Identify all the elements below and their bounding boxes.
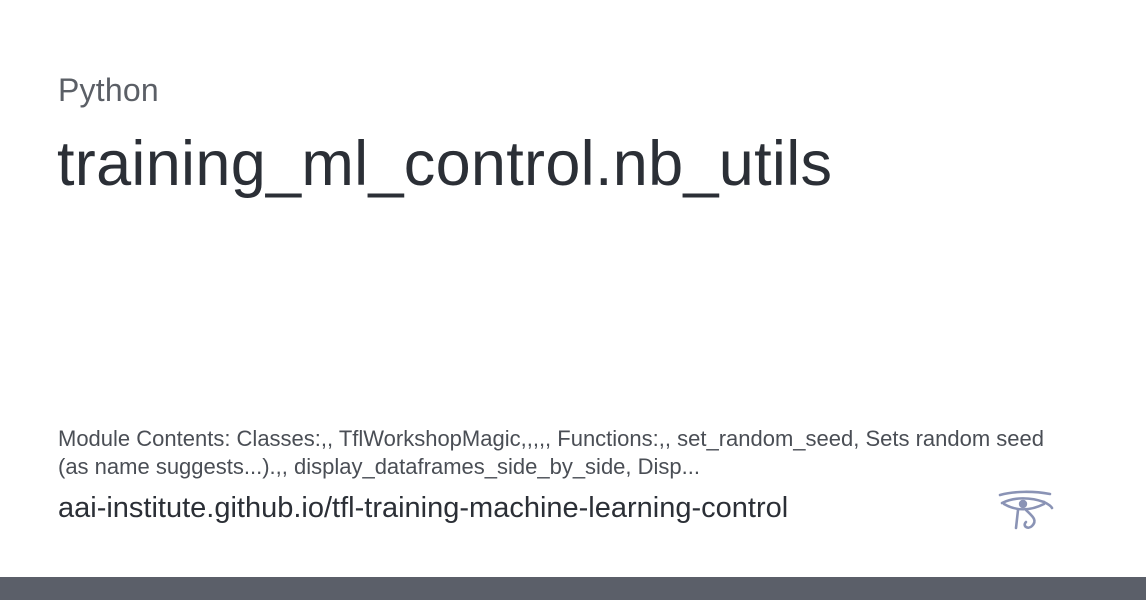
- site-url[interactable]: aai-institute.github.io/tfl-training-mac…: [58, 492, 788, 525]
- category-label: Python: [58, 72, 159, 108]
- page-title: training_ml_control.nb_utils: [57, 129, 833, 199]
- footer-bar: [0, 577, 1146, 600]
- social-preview-card: Python training_ml_control.nb_utils Modu…: [0, 0, 1146, 600]
- page-description: Module Contents: Classes:,, TflWorkshopM…: [58, 426, 1044, 479]
- eye-of-horus-icon: [996, 490, 1054, 532]
